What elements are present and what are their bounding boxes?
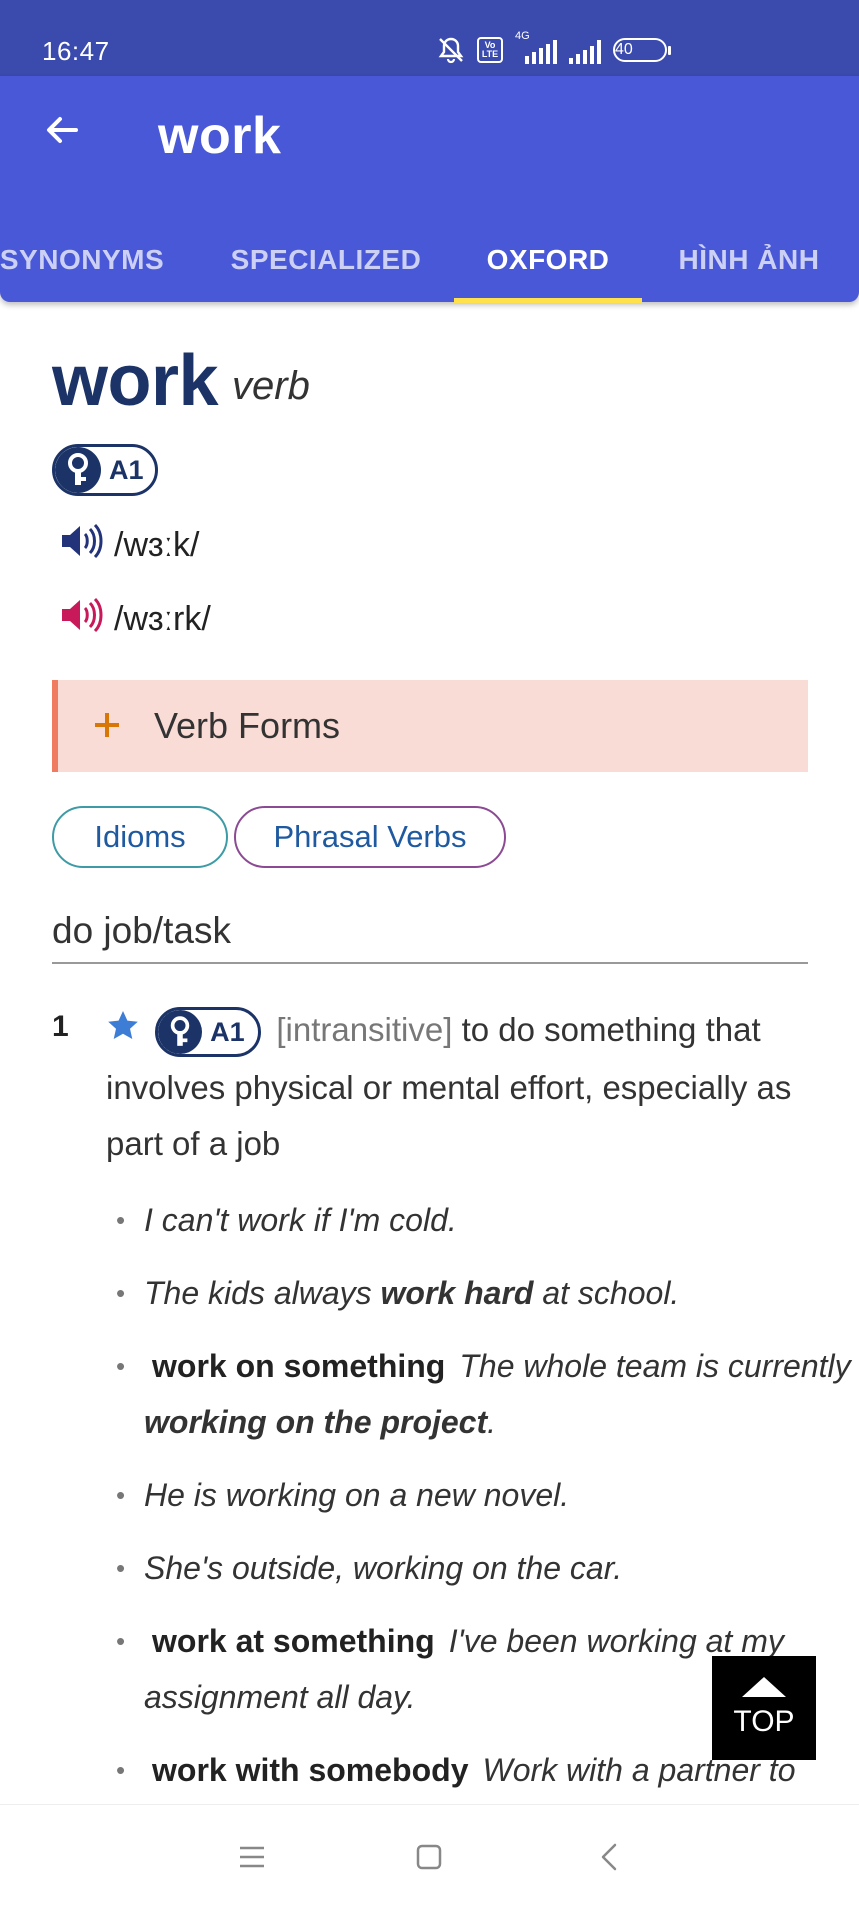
phrasal-verbs-chip[interactable]: Phrasal Verbs <box>234 806 506 868</box>
verb-forms-toggle[interactable]: Verb Forms <box>52 680 808 772</box>
example-item: work on something The whole team is curre… <box>116 1338 856 1450</box>
status-icons: Vo LTE 4G 40 <box>437 30 671 64</box>
idioms-chip[interactable]: Idioms <box>52 806 228 868</box>
mute-bell-icon <box>437 36 465 64</box>
tab-synonyms[interactable]: SYNONYMS <box>0 218 170 302</box>
example-text: I can't work if I'm cold. <box>144 1202 457 1238</box>
pronunciation-american[interactable]: /wɜːrk/ <box>58 592 211 647</box>
speaker-blue-icon[interactable] <box>58 518 104 573</box>
tab-indicator <box>454 298 642 303</box>
key-icon <box>55 447 101 493</box>
back-chevron-icon[interactable] <box>586 1833 634 1881</box>
app-title: work <box>158 107 282 165</box>
menu-icon[interactable] <box>228 1833 276 1881</box>
example-text: She's outside, working on the car. <box>144 1550 623 1586</box>
app-bar: work SYNONYMS SPECIALIZED OXFORD HÌNH ẢN… <box>0 76 859 303</box>
level-label: A1 <box>210 1017 245 1048</box>
sense-number: 1 <box>52 1010 69 1043</box>
example-text: He is working on a new novel. <box>144 1477 570 1513</box>
home-square-icon[interactable] <box>405 1833 453 1881</box>
pronunciation-british[interactable]: /wɜːk/ <box>58 518 199 573</box>
level-badge: A1 <box>52 444 158 496</box>
back-button[interactable] <box>36 106 88 158</box>
signal-4g-icon: 4G <box>515 30 557 64</box>
tab-oxford[interactable]: OXFORD <box>454 218 642 302</box>
verb-forms-label: Verb Forms <box>154 705 341 746</box>
pronunciation-am-text: /wɜːrk/ <box>114 600 211 638</box>
tab-hinh-anh[interactable]: HÌNH ẢNH <box>668 218 830 302</box>
sense-definition-block: A1 [intransitive] to do something that i… <box>106 1002 846 1172</box>
plus-icon <box>92 705 132 747</box>
example-text: The kids always <box>144 1275 381 1311</box>
tab-specialized[interactable]: SPECIALIZED <box>226 218 426 302</box>
example-item: She's outside, working on the car. <box>116 1540 856 1596</box>
example-item: The kids always work hard at school. <box>116 1265 856 1321</box>
pronunciation-br-text: /wɜːk/ <box>114 526 200 564</box>
example-text: at school. <box>533 1275 680 1311</box>
example-item: I can't work if I'm cold. <box>116 1192 856 1248</box>
example-pattern: work on something <box>152 1348 446 1384</box>
speaker-red-icon[interactable] <box>58 592 104 647</box>
example-pattern: work with somebody <box>152 1752 469 1788</box>
sense-level-badge: A1 <box>155 1007 262 1058</box>
star-icon[interactable] <box>106 1004 140 1060</box>
battery-icon: 40 <box>613 38 671 62</box>
tab-bar: SYNONYMS SPECIALIZED OXFORD HÌNH ẢNH <box>0 218 859 302</box>
key-icon <box>158 1010 203 1055</box>
example-text: The whole team is currently <box>459 1348 851 1384</box>
volte-icon: Vo LTE <box>477 37 503 63</box>
example-item: He is working on a new novel. <box>116 1467 856 1523</box>
network-type-label: 4G <box>515 30 530 42</box>
headword: work <box>52 341 219 421</box>
scroll-top-label: TOP <box>733 1705 795 1738</box>
example-collocation: working on the project <box>144 1404 488 1440</box>
example-pattern: work at something <box>152 1623 435 1659</box>
status-bar: 16:47 Vo LTE 4G 40 <box>0 0 859 76</box>
signal-icon <box>569 36 601 64</box>
sense-heading: do job/task <box>52 910 808 964</box>
example-text: . <box>487 1404 497 1440</box>
scroll-top-button[interactable]: TOP <box>712 1656 816 1760</box>
arrow-left-icon <box>42 110 82 155</box>
level-label: A1 <box>109 454 144 485</box>
arrow-up-icon <box>742 1677 786 1697</box>
grammar-label: [intransitive] <box>276 1011 453 1048</box>
status-time: 16:47 <box>42 36 110 66</box>
system-nav-bar <box>0 1804 859 1908</box>
part-of-speech: verb <box>232 364 310 408</box>
example-collocation: work hard <box>380 1275 534 1311</box>
